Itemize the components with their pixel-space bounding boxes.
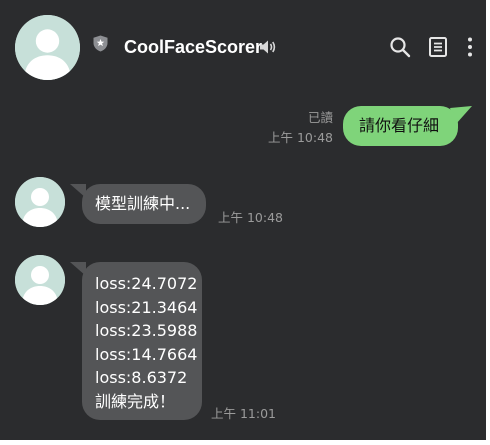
chat-title: CoolFaceScorer [124, 37, 263, 57]
default-avatar-icon [15, 255, 65, 305]
message-line: loss:24.7072 [95, 274, 198, 293]
incoming-message-bubble[interactable]: 模型訓練中... [82, 184, 206, 224]
more-options-button[interactable] [460, 36, 480, 58]
outgoing-message-bubble[interactable]: 請你看仔細 [343, 106, 458, 146]
default-avatar-icon [15, 15, 80, 80]
incoming-message-bubble[interactable]: loss:24.7072 loss:21.3464 loss:23.5988 l… [82, 262, 202, 420]
message-timestamp: 上午 10:48 [218, 210, 283, 225]
sender-avatar[interactable] [15, 177, 65, 227]
window-border [0, 440, 490, 445]
read-receipt: 已讀 [308, 110, 334, 125]
message-line: 訓練完成！ [95, 391, 176, 411]
shield-icon [93, 35, 108, 52]
notes-button[interactable] [427, 36, 449, 58]
contact-avatar[interactable] [15, 15, 80, 80]
message-line: loss:14.7664 [95, 344, 198, 364]
sender-avatar[interactable] [15, 255, 65, 305]
search-button[interactable] [389, 36, 411, 58]
message-timestamp: 上午 10:48 [268, 130, 333, 145]
message-line: loss:23.5988 [95, 321, 198, 340]
speaker-icon [260, 40, 276, 54]
default-avatar-icon [15, 177, 65, 227]
chat-header: CoolFaceScorer [0, 0, 490, 92]
message-line: loss:21.3464 [95, 297, 198, 317]
more-vertical-icon [468, 37, 472, 57]
notes-icon [429, 37, 447, 57]
chat-window: CoolFaceScorer 已讀 上午 10:48 請你看仔細 模型訓練中..… [0, 0, 490, 445]
message-timestamp: 上午 11:01 [211, 406, 276, 421]
search-icon [390, 37, 411, 58]
window-border [486, 0, 490, 445]
message-line: loss:8.6372 [95, 368, 188, 387]
